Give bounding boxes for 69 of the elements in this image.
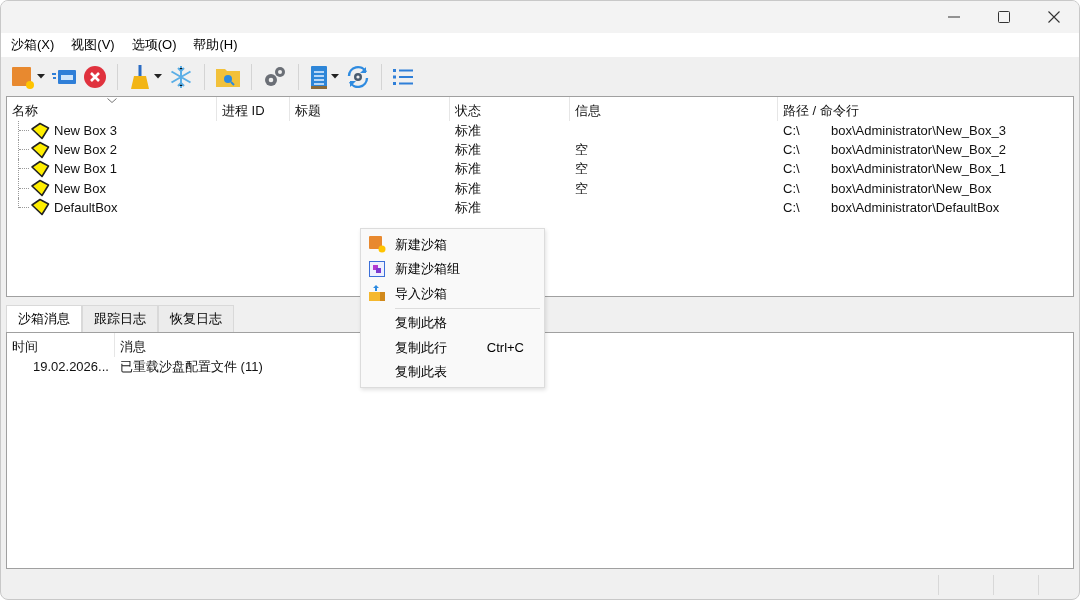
message-text: 已重载沙盘配置文件 (11) xyxy=(120,358,263,374)
caret-icon xyxy=(37,74,45,79)
info-text: 空 xyxy=(575,180,588,196)
status-text: 标准 xyxy=(455,180,481,196)
status-text: 标准 xyxy=(455,123,481,138)
drive-text: C:\ xyxy=(783,179,801,198)
menu-item[interactable]: 帮助(H) xyxy=(187,35,244,55)
menu-item[interactable]: 新建沙箱 xyxy=(361,232,544,257)
menu-item[interactable]: 选项(O) xyxy=(125,35,183,55)
sort-icon xyxy=(107,98,117,103)
box-name[interactable]: New Box xyxy=(54,178,107,198)
group-icon xyxy=(368,259,386,278)
gears-icon xyxy=(262,64,288,89)
menu-item[interactable]: 视图(V) xyxy=(65,35,121,55)
column-header[interactable]: 路径 / 命令行 xyxy=(778,97,1073,121)
status-text: 标准 xyxy=(455,199,481,215)
caret-icon xyxy=(331,74,339,79)
broom-icon xyxy=(128,63,152,90)
diamond-icon xyxy=(30,179,50,198)
time-text: 19.02.2026... xyxy=(33,358,109,374)
maximize-icon xyxy=(998,11,1010,23)
column-header[interactable]: 标题 xyxy=(290,97,450,121)
path-text: box\Administrator\DefaultBox xyxy=(831,198,1000,217)
box-name[interactable]: New Box 1 xyxy=(54,159,117,179)
refresh-icon xyxy=(345,63,371,90)
path-text: box\Administrator\New_Box xyxy=(831,179,992,198)
info-text: 空 xyxy=(575,161,588,177)
tab[interactable]: 恢复日志 xyxy=(158,305,234,332)
minimize-icon xyxy=(948,16,960,18)
notepad-icon xyxy=(309,63,329,90)
path-text: box\Administrator\New_Box_3 xyxy=(831,122,1006,140)
menu-item[interactable]: 导入沙箱 xyxy=(361,281,544,306)
drive-text: C:\ xyxy=(783,198,801,217)
close-icon xyxy=(1048,11,1060,23)
drive-text: C:\ xyxy=(783,122,801,140)
box-name[interactable]: New Box 3 xyxy=(54,121,117,141)
box-icon xyxy=(368,235,386,254)
menu-item[interactable]: 复制此格 xyxy=(361,310,544,335)
status-text: 标准 xyxy=(455,142,481,158)
menu-item[interactable]: 沙箱(X) xyxy=(5,35,61,55)
diamond-icon xyxy=(30,159,50,178)
shortcut-text: Ctrl+C xyxy=(486,338,524,357)
menu-item[interactable]: 新建沙箱组 xyxy=(361,256,544,281)
column-header[interactable]: 信息 xyxy=(570,97,778,121)
path-text: box\Administrator\New_Box_1 xyxy=(831,160,1006,179)
close-icon xyxy=(83,64,107,89)
column-header[interactable]: 进程 ID xyxy=(217,97,290,121)
column-header[interactable]: 状态 xyxy=(450,97,570,121)
caret-icon xyxy=(154,74,162,79)
path-text: box\Administrator\New_Box_2 xyxy=(831,141,1006,160)
column-header[interactable]: 消息 xyxy=(120,338,146,354)
tab[interactable]: 沙箱消息 xyxy=(6,305,82,332)
column-header[interactable]: 时间 xyxy=(12,338,38,354)
box-icon xyxy=(11,64,35,89)
status-text: 标准 xyxy=(455,161,481,177)
info-text: 空 xyxy=(575,142,588,158)
menu-item[interactable]: 复制此行 Ctrl+C xyxy=(361,335,544,360)
snowflake-icon xyxy=(168,63,194,90)
diamond-icon xyxy=(30,198,50,217)
drive-text: C:\ xyxy=(783,141,801,160)
diamond-icon xyxy=(30,121,50,140)
import-icon xyxy=(368,284,386,303)
box-name[interactable]: DefaultBox xyxy=(54,197,118,217)
box-name[interactable]: New Box 2 xyxy=(54,140,117,160)
column-header[interactable]: 名称 xyxy=(7,97,217,121)
tab[interactable]: 跟踪日志 xyxy=(82,305,158,332)
menu-item[interactable]: 复制此表 xyxy=(361,359,544,384)
drive-text: C:\ xyxy=(783,160,801,179)
diamond-icon xyxy=(30,140,50,159)
